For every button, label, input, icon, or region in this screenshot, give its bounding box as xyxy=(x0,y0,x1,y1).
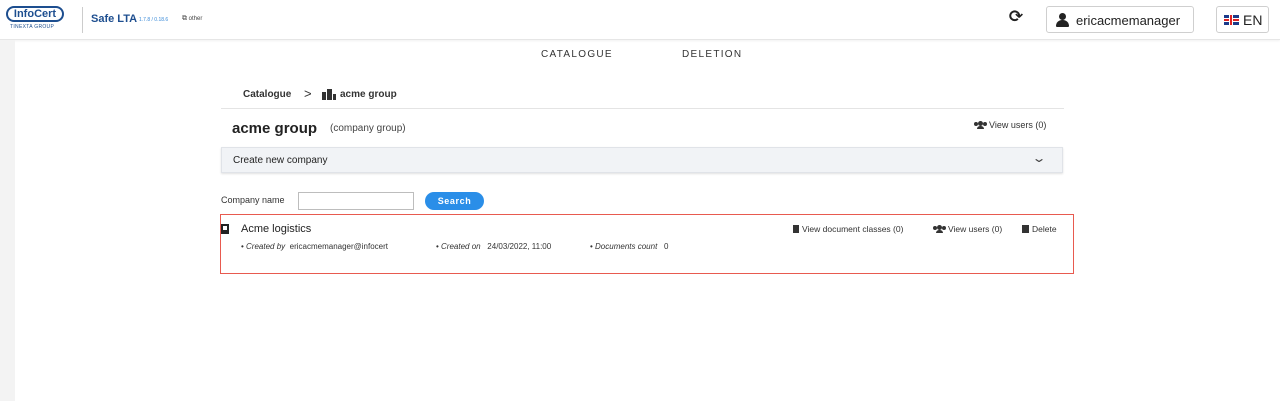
users-icon xyxy=(933,225,946,233)
external-link-icon: ⧉ xyxy=(182,15,187,22)
infocert-logo[interactable]: InfoCert TINEXTA GROUP xyxy=(6,6,66,32)
user-icon xyxy=(1056,13,1069,27)
company-name[interactable]: Acme logistics xyxy=(241,223,311,235)
building-icon xyxy=(322,89,336,100)
language-label: EN xyxy=(1243,12,1263,28)
left-gutter xyxy=(0,40,15,401)
divider xyxy=(221,108,1064,109)
other-link-label: other xyxy=(188,16,203,22)
created-on-value: 24/03/2022, 11:00 xyxy=(487,242,552,251)
user-name: ericacmemanager xyxy=(1076,13,1181,28)
delete-label: Delete xyxy=(1032,224,1057,234)
app-version: 1.7.8 / 0.18.6 xyxy=(139,17,169,23)
document-icon xyxy=(793,225,799,233)
created-on-label: Created on xyxy=(441,242,481,251)
company-name-input[interactable] xyxy=(298,192,414,210)
created-by-value: ericacmemanager@infocert xyxy=(289,242,389,251)
app-title: Safe LTA xyxy=(91,13,138,25)
created-by: • Created by ericacmemanager@infocert xyxy=(241,242,389,251)
delete-company-link[interactable]: Delete xyxy=(1022,224,1057,234)
user-menu-button[interactable]: ericacmemanager xyxy=(1046,6,1194,33)
logo-text: InfoCert xyxy=(6,6,64,22)
company-name-label: Company name xyxy=(221,195,285,205)
uk-flag-icon xyxy=(1224,15,1239,25)
view-users-label: View users (0) xyxy=(989,120,1047,130)
company-icon xyxy=(221,224,229,234)
top-bar: InfoCert TINEXTA GROUP Safe LTA 1.7.8 / … xyxy=(0,0,1280,40)
create-company-accordion[interactable]: Create new company ⌄ xyxy=(221,147,1063,173)
tab-deletion[interactable]: DELETION xyxy=(682,49,742,60)
view-document-classes-label: View document classes (0) xyxy=(802,224,904,234)
chevron-down-icon: ⌄ xyxy=(1031,151,1047,165)
documents-count: • Documents count 0 xyxy=(590,242,669,251)
other-link[interactable]: ⧉ other xyxy=(182,15,202,23)
header-divider xyxy=(82,7,83,33)
search-button[interactable]: Search xyxy=(425,192,484,210)
trash-icon xyxy=(1022,225,1029,233)
documents-count-label: Documents count xyxy=(595,242,658,251)
breadcrumb-catalogue[interactable]: Catalogue xyxy=(243,89,291,100)
view-users-link[interactable]: View users (0) xyxy=(974,120,1046,130)
create-company-label: Create new company xyxy=(233,155,328,166)
created-on: • Created on 24/03/2022, 11:00 xyxy=(436,242,552,251)
users-icon xyxy=(974,121,987,129)
company-view-users-label: View users (0) xyxy=(948,224,1003,234)
documents-count-value: 0 xyxy=(663,242,669,251)
created-by-label: Created by xyxy=(246,242,286,251)
logo-subtitle: TINEXTA GROUP xyxy=(10,24,55,30)
view-document-classes-link[interactable]: View document classes (0) xyxy=(793,224,903,234)
breadcrumb-current: acme group xyxy=(340,89,397,100)
refresh-icon[interactable]: ⟳ xyxy=(1006,7,1026,27)
breadcrumb-separator-icon: > xyxy=(304,86,312,101)
group-type: (company group) xyxy=(330,123,406,134)
company-view-users-link[interactable]: View users (0) xyxy=(933,224,1002,234)
page-title: acme group xyxy=(232,120,318,137)
tab-catalogue[interactable]: CATALOGUE xyxy=(541,49,613,60)
language-button[interactable]: EN xyxy=(1216,6,1269,33)
